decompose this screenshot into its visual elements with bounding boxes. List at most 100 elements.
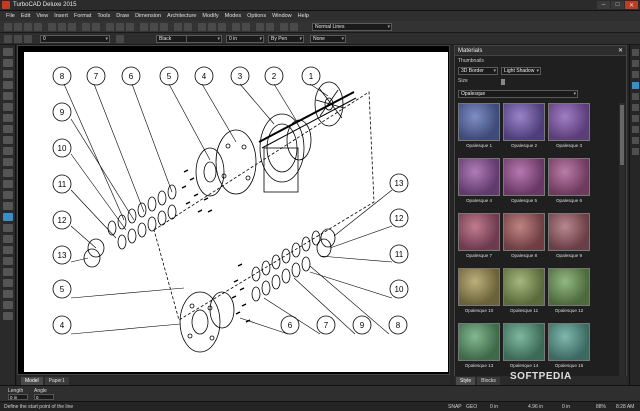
new-file-icon[interactable] <box>4 23 12 31</box>
color-mode-combo[interactable]: By Pen <box>268 35 304 43</box>
render-mode-combo[interactable]: 3D Border <box>458 67 498 75</box>
zoom-icon[interactable] <box>106 23 114 31</box>
hatch-icon[interactable] <box>256 23 264 31</box>
mirror-tool-icon[interactable] <box>3 224 13 232</box>
window-tool-icon[interactable] <box>218 23 226 31</box>
material-swatch[interactable]: Opalesque 13 <box>458 323 500 372</box>
cut-icon[interactable] <box>48 23 56 31</box>
tab-blocks[interactable]: Blocks <box>477 376 500 385</box>
menu-window[interactable]: Window <box>272 13 292 19</box>
materials-palette-icon[interactable] <box>632 82 639 89</box>
array-tool-icon[interactable] <box>3 268 13 276</box>
curve-tool-icon[interactable] <box>3 125 13 133</box>
gear-icon[interactable] <box>4 35 12 43</box>
minimize-button[interactable]: – <box>597 1 610 9</box>
layer-icon[interactable] <box>150 23 158 31</box>
materials-scrollbar[interactable] <box>619 103 625 379</box>
menu-format[interactable]: Format <box>74 13 91 19</box>
fill-combo[interactable]: None <box>310 35 346 43</box>
undo-icon[interactable] <box>82 23 90 31</box>
scroll-thumb[interactable] <box>620 105 624 165</box>
material-thumbnail[interactable] <box>503 268 545 306</box>
material-swatch[interactable]: Opalesque 12 <box>548 268 590 317</box>
material-thumbnail[interactable] <box>503 213 545 251</box>
snap-tool-icon[interactable] <box>3 290 13 298</box>
pen-color-icon[interactable] <box>116 35 124 43</box>
material-swatch[interactable]: Opalesque 11 <box>503 268 545 317</box>
dimension-tool-icon[interactable] <box>3 147 13 155</box>
grid-icon[interactable] <box>174 23 182 31</box>
panel-close-icon[interactable]: ✕ <box>618 46 623 56</box>
menu-draw[interactable]: Draw <box>116 13 129 19</box>
tab-style[interactable]: Style <box>456 376 476 385</box>
material-swatch[interactable]: Opalesque 8 <box>503 213 545 262</box>
menu-edit[interactable]: Edit <box>21 13 30 19</box>
material-swatch[interactable]: Opalesque 6 <box>548 158 590 207</box>
material-thumbnail[interactable] <box>458 213 500 251</box>
maximize-button[interactable]: □ <box>611 1 624 9</box>
menu-file[interactable]: File <box>6 13 15 19</box>
light-mode-combo[interactable]: Light Shadow <box>501 67 541 75</box>
material-thumbnail[interactable] <box>503 103 545 141</box>
redraw-icon[interactable] <box>126 23 134 31</box>
palette-toggle-icon[interactable] <box>632 49 639 56</box>
pan-icon[interactable] <box>116 23 124 31</box>
material-swatch[interactable]: Opalesque 10 <box>458 268 500 317</box>
block-icon[interactable] <box>266 23 274 31</box>
rotate-tool-icon[interactable] <box>3 191 13 199</box>
turbocad-app-icon[interactable] <box>2 1 10 9</box>
layer-visibility-icon[interactable] <box>14 35 22 43</box>
design-director-icon[interactable] <box>632 126 639 133</box>
line-pattern-combo[interactable] <box>186 35 222 43</box>
menu-options[interactable]: Options <box>247 13 266 19</box>
material-swatch[interactable]: Opalesque 1 <box>458 103 500 152</box>
line-style-combo[interactable]: Normal Lines <box>312 23 392 31</box>
open-file-icon[interactable] <box>14 23 22 31</box>
layers-palette-icon[interactable] <box>632 60 639 67</box>
material-thumbnail[interactable] <box>548 158 590 196</box>
render-icon[interactable] <box>140 23 148 31</box>
menu-help[interactable]: Help <box>298 13 309 19</box>
rectangle-tool-icon[interactable] <box>3 103 13 111</box>
material-swatch[interactable]: Opalesque 15 <box>548 323 590 372</box>
snap-indicator[interactable]: SNAP <box>448 404 462 410</box>
material-thumbnail[interactable] <box>548 103 590 141</box>
line-tool-icon[interactable] <box>3 59 13 67</box>
menu-modify[interactable]: Modify <box>202 13 218 19</box>
menu-dimension[interactable]: Dimension <box>135 13 161 19</box>
offset-tool-icon[interactable] <box>3 257 13 265</box>
trim-tool-icon[interactable] <box>3 235 13 243</box>
material-thumbnail[interactable] <box>548 213 590 251</box>
text-icon[interactable] <box>232 23 240 31</box>
color-palette-icon[interactable] <box>632 148 639 155</box>
fillet-tool-icon[interactable] <box>3 246 13 254</box>
material-thumbnail[interactable] <box>458 158 500 196</box>
material-thumbnail[interactable] <box>458 268 500 306</box>
arc-tool-icon[interactable] <box>3 92 13 100</box>
scale-tool-icon[interactable] <box>3 202 13 210</box>
polygon-tool-icon[interactable] <box>3 114 13 122</box>
material-swatch[interactable]: Opalesque 9 <box>548 213 590 262</box>
close-button[interactable]: ✕ <box>625 1 638 9</box>
menu-insert[interactable]: Insert <box>54 13 68 19</box>
copy-icon[interactable] <box>58 23 66 31</box>
dimension-icon[interactable] <box>242 23 250 31</box>
save-icon[interactable] <box>24 23 32 31</box>
angle-field[interactable]: 0 <box>34 394 54 400</box>
tab-model[interactable]: Model <box>21 376 43 385</box>
history-palette-icon[interactable] <box>632 115 639 122</box>
help-icon[interactable] <box>290 23 298 31</box>
geo-indicator[interactable]: GEO <box>466 404 477 410</box>
blocks-palette-icon[interactable] <box>632 71 639 78</box>
drawing-sheet[interactable]: 8 7 6 5 4 3 2 1 9 10 11 12 13 5 4 6 7 9 … <box>24 52 448 372</box>
material-swatch[interactable]: Opalesque 14 <box>503 323 545 372</box>
selection-info-icon[interactable] <box>632 104 639 111</box>
block-tool-icon[interactable] <box>3 169 13 177</box>
select-tool-icon[interactable] <box>3 48 13 56</box>
category-combo[interactable]: Opalesque <box>458 90 578 98</box>
size-slider[interactable] <box>501 79 505 85</box>
circle-tool-icon[interactable] <box>3 81 13 89</box>
material-thumbnail[interactable] <box>548 323 590 361</box>
menu-view[interactable]: View <box>36 13 48 19</box>
material-swatch[interactable]: Opalesque 7 <box>458 213 500 262</box>
